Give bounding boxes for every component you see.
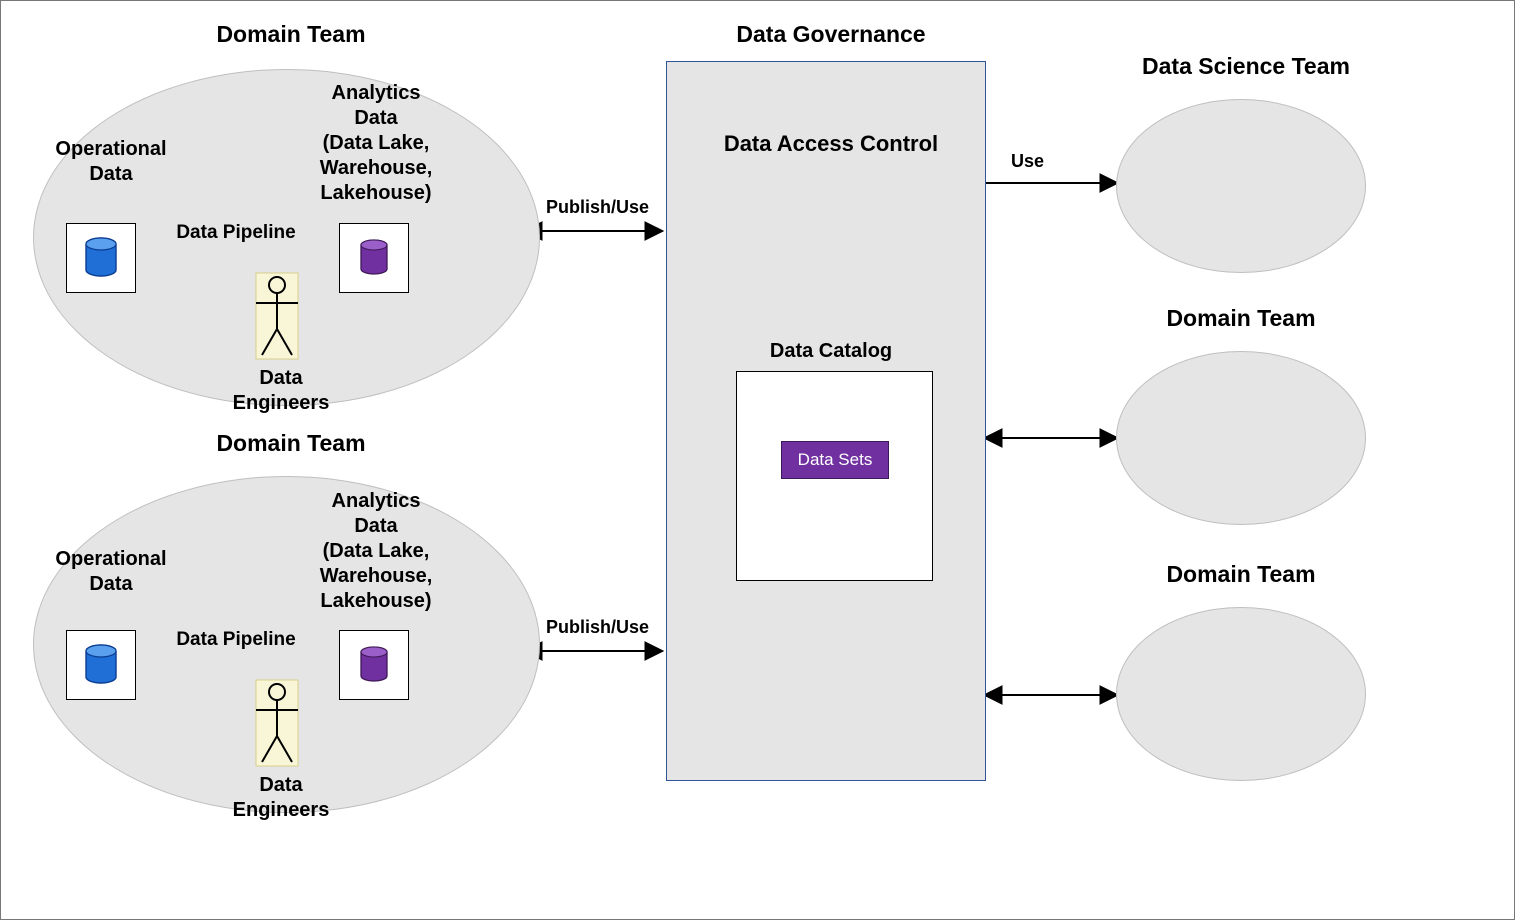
analytics-db-2 — [339, 630, 409, 700]
data-pipeline-label-2: Data Pipeline — [156, 628, 316, 653]
analytics-data-label-2: Analytics Data (Data Lake, Warehouse, La… — [291, 489, 461, 614]
data-science-team-title: Data Science Team — [1116, 53, 1376, 80]
data-access-control-label: Data Access Control — [701, 131, 961, 157]
operational-cylinder-icon — [84, 237, 118, 279]
operational-data-label-1: Operational Data — [41, 137, 181, 187]
domain-team-2-title: Domain Team — [151, 430, 431, 457]
data-engineer-figure-2 — [244, 678, 310, 768]
analytics-cylinder-icon — [359, 239, 389, 277]
data-engineers-label-1: Data Engineers — [201, 366, 361, 416]
operational-data-label-2: Operational Data — [41, 547, 181, 597]
domain-team-1-title: Domain Team — [151, 21, 431, 48]
right-domain-team-3-ellipse — [1116, 607, 1366, 781]
data-governance-title: Data Governance — [701, 21, 961, 48]
analytics-db-1 — [339, 223, 409, 293]
right-domain-team-3-title: Domain Team — [1131, 561, 1351, 588]
right-domain-team-2-title: Domain Team — [1131, 305, 1351, 332]
analytics-cylinder-icon — [359, 646, 389, 684]
operational-db-2 — [66, 630, 136, 700]
use-label: Use — [1011, 151, 1044, 172]
publish-use-label-2: Publish/Use — [546, 617, 649, 638]
data-pipeline-label-1: Data Pipeline — [156, 221, 316, 246]
right-domain-team-2-ellipse — [1116, 351, 1366, 525]
data-science-team-ellipse — [1116, 99, 1366, 273]
data-engineer-figure-1 — [244, 271, 310, 361]
operational-cylinder-icon — [84, 644, 118, 686]
publish-use-label-1: Publish/Use — [546, 197, 649, 218]
diagram-canvas: Domain Team Operational Data Analytics D… — [0, 0, 1515, 920]
data-catalog-label: Data Catalog — [741, 339, 921, 364]
analytics-data-label-1: Analytics Data (Data Lake, Warehouse, La… — [291, 81, 461, 206]
data-engineers-label-2: Data Engineers — [201, 773, 361, 823]
data-sets-box: Data Sets — [781, 441, 889, 479]
operational-db-1 — [66, 223, 136, 293]
